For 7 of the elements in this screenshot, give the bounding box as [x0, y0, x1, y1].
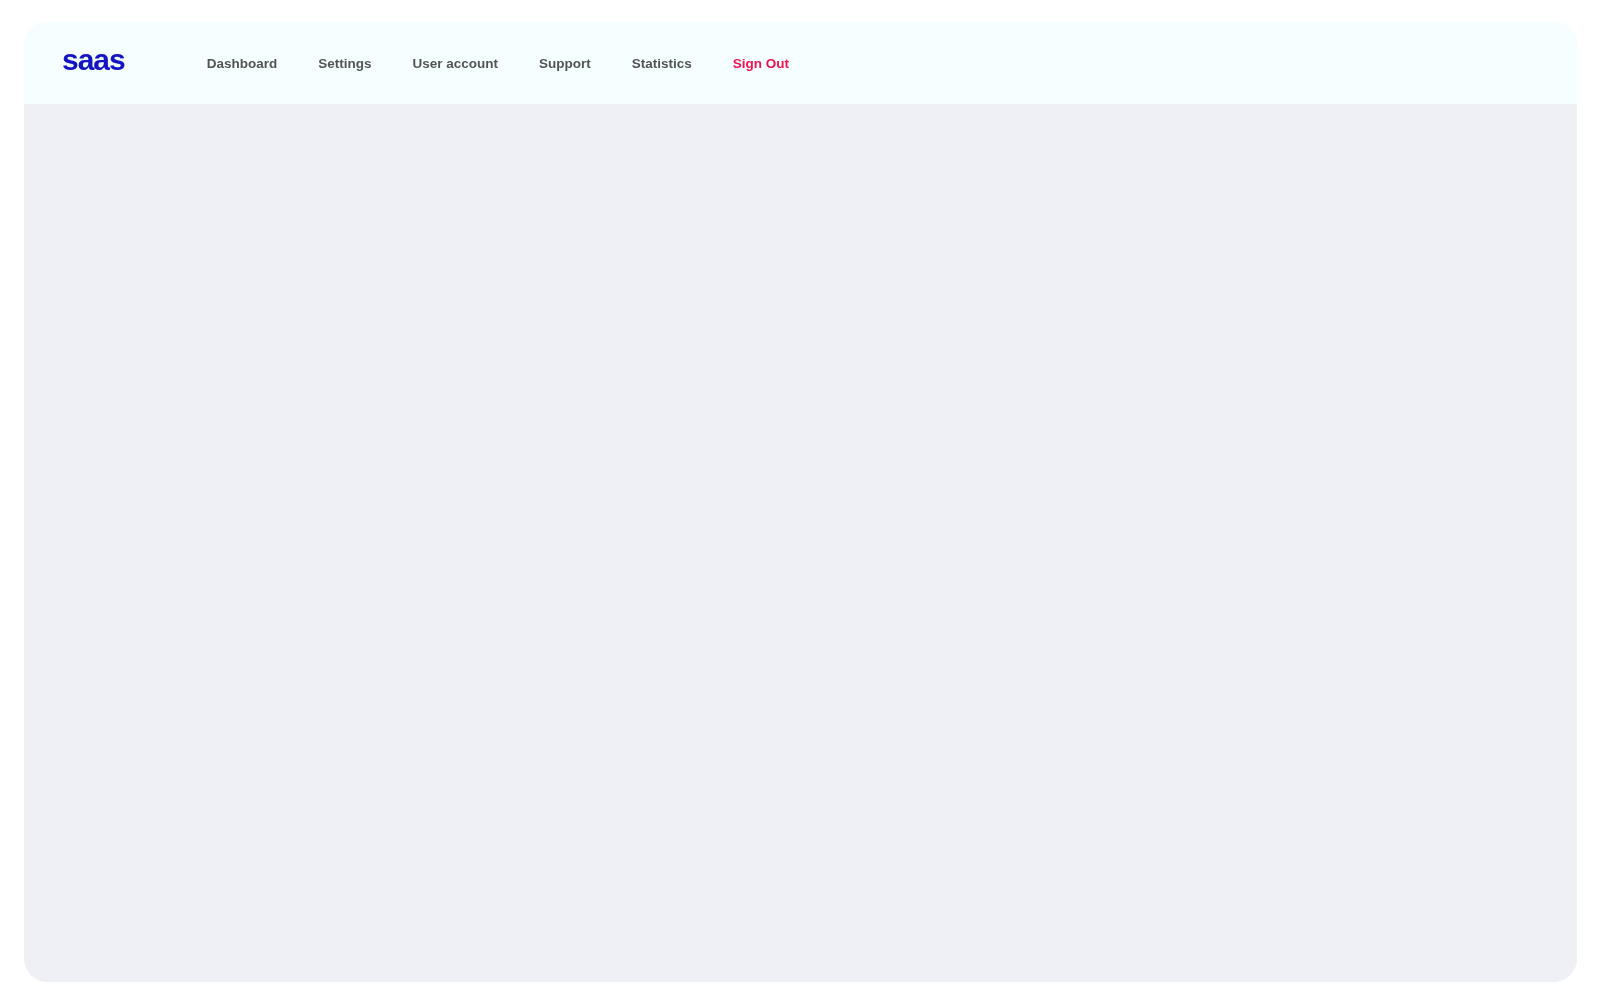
- nav-link[interactable]: Dashboard: [206, 55, 278, 71]
- logo[interactable]: saas: [62, 45, 125, 75]
- sign-out-link[interactable]: Sign Out: [732, 55, 790, 71]
- nav-link[interactable]: Settings: [318, 55, 372, 71]
- nav-link[interactable]: Support: [539, 55, 591, 71]
- nav-link[interactable]: User account: [412, 55, 499, 71]
- nav-link[interactable]: Statistics: [631, 55, 692, 71]
